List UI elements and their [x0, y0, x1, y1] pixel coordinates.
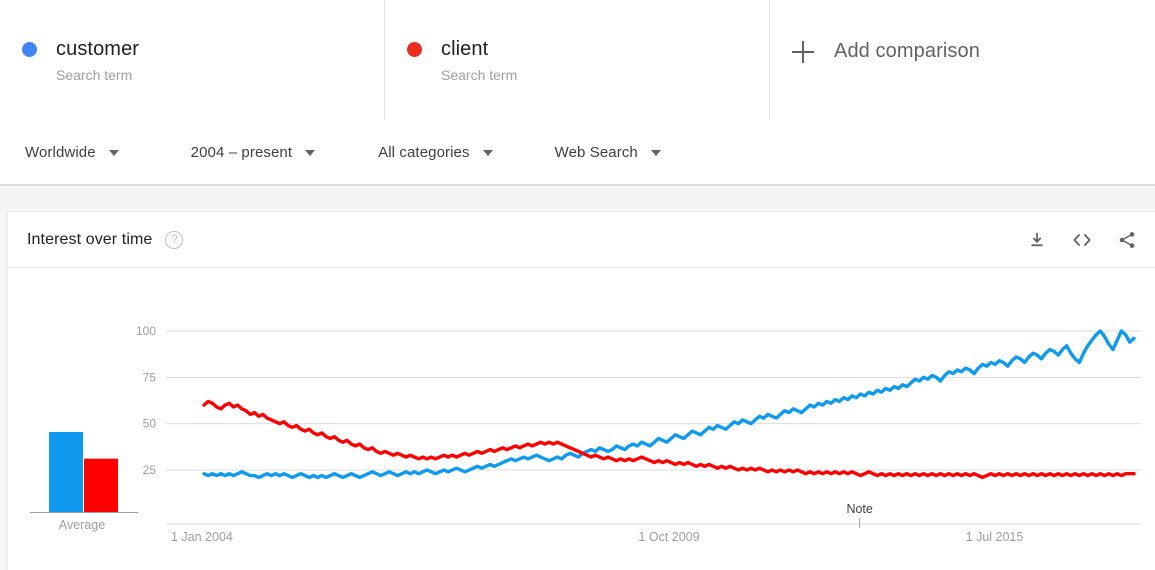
- search-term-subtitle: Search term: [56, 67, 133, 83]
- card-header: Interest over time ?: [8, 212, 1155, 268]
- chevron-down-icon: [650, 149, 661, 156]
- page-title: Interest over time: [27, 230, 153, 248]
- add-comparison-label: Add comparison: [834, 40, 980, 62]
- google-trends-page: customer Search term client Search term …: [0, 0, 1155, 570]
- search-term-subtitle: Search term: [441, 67, 518, 83]
- add-comparison-card[interactable]: Add comparison: [770, 0, 1155, 120]
- filter-time-range-label: 2004 – present: [190, 144, 293, 161]
- average-bar-customer: [49, 432, 83, 512]
- filter-location-label: Worldwide: [25, 144, 96, 161]
- legend-dot-icon: [22, 42, 37, 57]
- chevron-down-icon: [305, 149, 316, 156]
- plus-icon: [792, 40, 814, 63]
- y-axis-tick-label: 75: [143, 370, 157, 384]
- x-axis-tick-label: 1 Oct 2009: [638, 530, 699, 544]
- filter-bar: Worldwide 2004 – present All categories …: [0, 121, 1155, 186]
- x-axis-tick-label: 1 Jul 2015: [966, 530, 1024, 544]
- chart-area: 25 50 75 100 Note 1 Jan 2004 1 Oct 2009 1 Jul 2…: [8, 268, 1155, 570]
- chevron-down-icon: [482, 149, 493, 156]
- filter-time-range[interactable]: 2004 – present: [190, 121, 316, 185]
- filter-location[interactable]: Worldwide: [25, 121, 119, 185]
- add-comparison-button[interactable]: Add comparison: [792, 36, 980, 63]
- embed-icon[interactable]: [1071, 230, 1093, 250]
- chevron-down-icon: [108, 149, 119, 156]
- series-line-customer: [202, 329, 1136, 480]
- card-actions: [1027, 212, 1137, 268]
- average-bar-client: [84, 458, 118, 512]
- search-term-name: customer: [56, 38, 140, 60]
- search-term-card-1[interactable]: customer Search term: [0, 0, 385, 120]
- legend-dot-icon: [407, 42, 422, 57]
- share-icon[interactable]: [1117, 230, 1137, 250]
- download-icon[interactable]: [1027, 230, 1047, 250]
- filter-category-label: All categories: [378, 144, 470, 161]
- interest-over-time-card: Interest over time ? 25 50 75 100 Note 1…: [7, 211, 1155, 570]
- filter-search-type[interactable]: Web Search: [555, 121, 661, 185]
- help-circle-icon[interactable]: ?: [165, 230, 184, 249]
- y-axis-tick-label: 50: [143, 417, 157, 431]
- search-terms-row: customer Search term client Search term …: [0, 0, 1155, 120]
- filter-category[interactable]: All categories: [378, 121, 493, 185]
- filter-search-type-label: Web Search: [554, 144, 638, 161]
- interest-over-time-chart[interactable]: 25 50 75 100 Note 1 Jan 2004 1 Oct 2009 1 Jul 2…: [8, 268, 1155, 570]
- y-axis-tick-label: 25: [143, 463, 157, 477]
- average-label: Average: [59, 518, 105, 532]
- chart-note-label: Note: [846, 502, 872, 516]
- search-term-name: client: [441, 38, 489, 60]
- y-axis-tick-label: 100: [136, 324, 156, 338]
- search-term-card-2[interactable]: client Search term: [385, 0, 770, 120]
- x-axis-tick-label: 1 Jan 2004: [171, 530, 233, 544]
